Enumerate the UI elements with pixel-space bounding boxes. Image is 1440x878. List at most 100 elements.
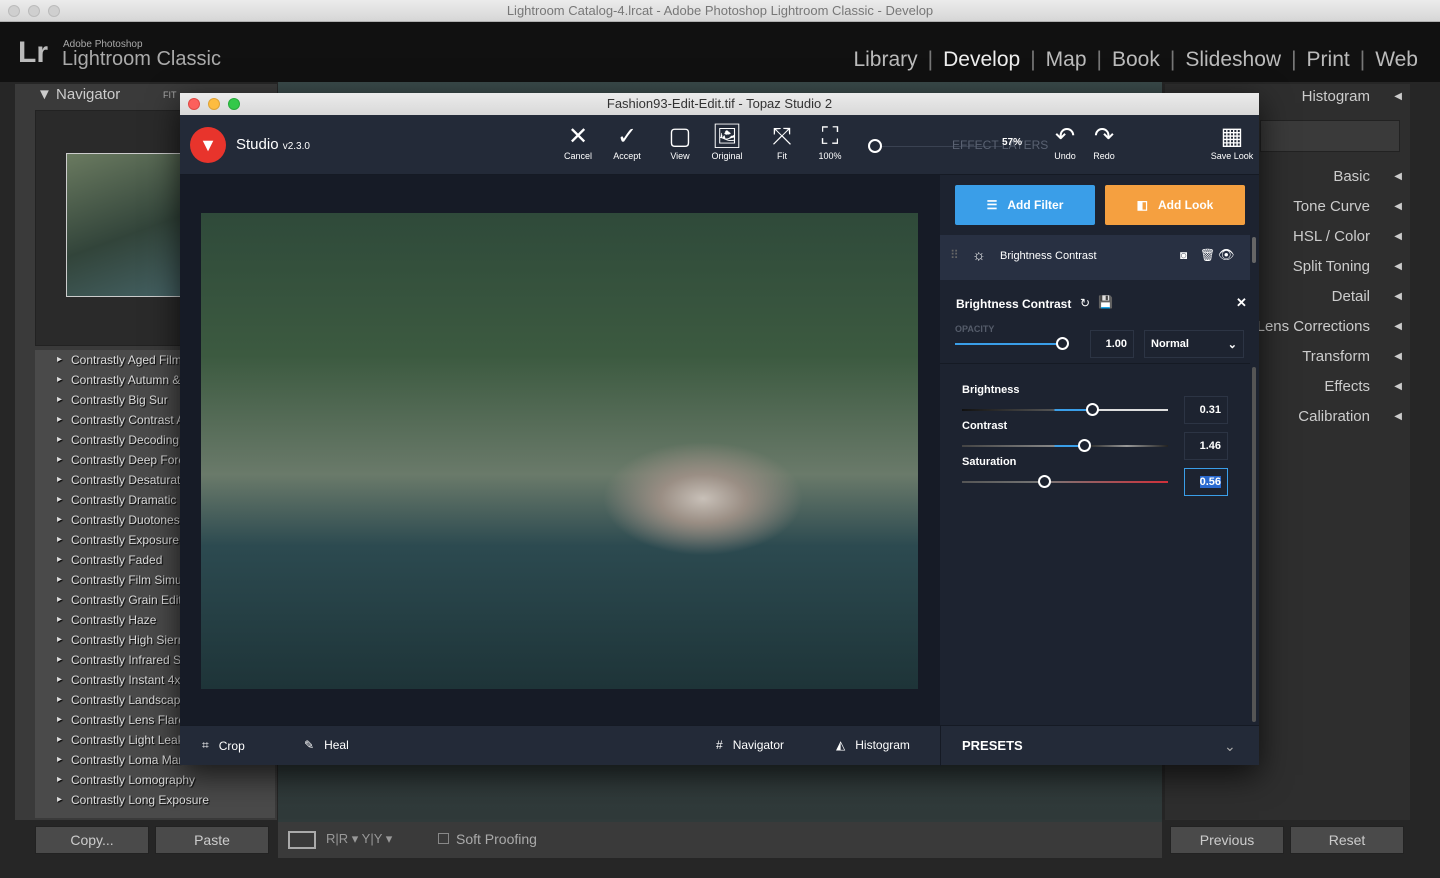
panel-header-lens-corrections[interactable]: Lens Corrections: [1257, 318, 1370, 335]
module-print[interactable]: Print: [1297, 48, 1360, 72]
save-look-button[interactable]: ▦ Save Look: [1210, 123, 1254, 161]
lightroom-toolbar: R|R ▾ Y|Y ▾ Soft Proofing: [278, 822, 1162, 858]
accept-button[interactable]: ✓ Accept: [605, 123, 649, 161]
params-scrollbar[interactable]: [1252, 367, 1256, 722]
zoom-window-button[interactable]: [228, 98, 240, 110]
reset-icon[interactable]: ↻: [1080, 296, 1090, 310]
original-button[interactable]: 🖼 Original: [705, 123, 749, 161]
preset-folder[interactable]: Contrastly Lomography: [35, 770, 275, 790]
collapse-arrow-icon[interactable]: ◀: [1394, 171, 1402, 182]
paste-button[interactable]: Paste: [155, 826, 269, 854]
module-book[interactable]: Book: [1102, 48, 1170, 72]
blend-mode-select[interactable]: Normal ⌄: [1144, 330, 1244, 358]
collapse-arrow-icon[interactable]: ◀: [1394, 321, 1402, 332]
opacity-label: OPACITY: [955, 324, 995, 334]
collapse-arrow-icon[interactable]: ◀: [1394, 91, 1402, 102]
trash-icon[interactable]: 🗑: [1200, 248, 1215, 262]
view-button[interactable]: ▢ View: [658, 123, 702, 161]
collapse-arrow-icon[interactable]: ◀: [1394, 351, 1402, 362]
saturation-value[interactable]: 0.56: [1184, 468, 1228, 496]
fit-icon: ⤧: [772, 123, 792, 150]
opacity-value[interactable]: 1.00: [1090, 330, 1134, 358]
module-web[interactable]: Web: [1365, 48, 1428, 72]
view-icon: ▢: [668, 123, 692, 150]
opacity-slider-knob[interactable]: [1056, 337, 1069, 350]
close-window-button[interactable]: [188, 98, 200, 110]
close-window-button[interactable]: [8, 5, 20, 17]
panel-header-calibration[interactable]: Calibration: [1298, 408, 1370, 425]
contrast-slider-knob[interactable]: [1078, 439, 1091, 452]
zoom-slider-knob[interactable]: [868, 139, 882, 153]
reset-button[interactable]: Reset: [1290, 826, 1404, 854]
navigator-icon: #: [716, 738, 723, 752]
collapse-arrow-icon[interactable]: ◀: [1394, 201, 1402, 212]
photo-preview[interactable]: [201, 213, 918, 689]
crop-icon: ⌗: [202, 738, 209, 752]
add-filter-button[interactable]: ☰ Add Filter: [955, 185, 1095, 225]
undo-button[interactable]: ↶ Undo: [1043, 123, 1087, 161]
module-map[interactable]: Map: [1036, 48, 1097, 72]
mask-icon[interactable]: ◙: [1180, 248, 1187, 262]
contrast-slider[interactable]: [962, 445, 1168, 447]
module-slideshow[interactable]: Slideshow: [1175, 48, 1291, 72]
add-look-button[interactable]: ◧ Add Look: [1105, 185, 1245, 225]
panel-header-histogram[interactable]: Histogram: [1302, 88, 1370, 105]
save-icon[interactable]: 💾: [1098, 295, 1113, 309]
collapse-arrow-icon[interactable]: ◀: [1394, 411, 1402, 422]
module-library[interactable]: Library: [843, 48, 927, 72]
panel-header-basic[interactable]: Basic: [1333, 168, 1370, 185]
histogram-tools[interactable]: [1260, 120, 1400, 152]
minimize-window-button[interactable]: [208, 98, 220, 110]
histogram-button[interactable]: ◭ Histogram: [836, 738, 910, 752]
collapse-arrow-icon[interactable]: ◀: [1394, 261, 1402, 272]
panel-header-transform[interactable]: Transform: [1302, 348, 1370, 365]
minimize-window-button[interactable]: [28, 5, 40, 17]
previous-button[interactable]: Previous: [1170, 826, 1284, 854]
contrast-value[interactable]: 1.46: [1184, 432, 1228, 460]
brightness-slider-knob[interactable]: [1086, 403, 1099, 416]
panel-header-tone-curve[interactable]: Tone Curve: [1293, 198, 1370, 215]
loupe-view-icon[interactable]: [288, 831, 316, 849]
layer-item[interactable]: ⠿ ☼ Brightness Contrast ◙ 🗑 👁: [940, 235, 1250, 280]
sun-icon: ☼: [972, 247, 986, 264]
preset-folder[interactable]: Contrastly Long Exposure: [35, 790, 275, 810]
panel-header-split-toning[interactable]: Split Toning: [1293, 258, 1370, 275]
saturation-slider-knob[interactable]: [1038, 475, 1051, 488]
layer-name: Brightness Contrast: [1000, 250, 1097, 262]
brightness-slider[interactable]: [962, 409, 1168, 411]
histogram-icon: ◭: [836, 738, 846, 752]
check-icon: ✓: [616, 123, 638, 150]
topaz-window-title: Fashion93-Edit-Edit.tif - Topaz Studio 2: [606, 96, 833, 111]
panel-header-effects[interactable]: Effects: [1324, 378, 1370, 395]
layers-scrollbar[interactable]: [1252, 237, 1256, 263]
lightroom-logo: Lr: [18, 36, 48, 69]
heal-button[interactable]: ✎ Heal: [304, 738, 349, 752]
eye-icon[interactable]: 👁: [1218, 247, 1235, 263]
fullsize-button[interactable]: ⛶ 100%: [808, 123, 852, 161]
saturation-label: Saturation: [962, 456, 1017, 468]
presets-header[interactable]: PRESETS: [962, 738, 1023, 753]
close-filter-icon[interactable]: ✕: [1236, 295, 1247, 311]
panel-header-hsl-color[interactable]: HSL / Color: [1293, 228, 1370, 245]
panel-header-detail[interactable]: Detail: [1332, 288, 1370, 305]
collapse-arrow-icon[interactable]: ◀: [1394, 291, 1402, 302]
copy-button[interactable]: Copy...: [35, 826, 149, 854]
before-after-icon[interactable]: R|R ▾ Y|Y ▾: [326, 831, 392, 847]
brightness-value[interactable]: 0.31: [1184, 396, 1228, 424]
topaz-studio-window: Fashion93-Edit-Edit.tif - Topaz Studio 2…: [180, 93, 1259, 766]
cancel-button[interactable]: ✕ Cancel: [556, 123, 600, 161]
module-develop[interactable]: Develop: [933, 48, 1030, 72]
zoom-window-button[interactable]: [48, 5, 60, 17]
collapse-arrow-icon[interactable]: ◀: [1394, 381, 1402, 392]
navigator-button[interactable]: # Navigator: [716, 738, 784, 752]
saturation-slider[interactable]: [962, 481, 1168, 483]
navigator-fit-option[interactable]: FIT: [163, 84, 177, 106]
fit-button[interactable]: ⤧ Fit: [760, 123, 804, 161]
soft-proofing-checkbox[interactable]: [438, 833, 449, 844]
opacity-slider[interactable]: [955, 343, 1063, 345]
chevron-down-icon[interactable]: ⌄: [1224, 738, 1236, 755]
app-name: Studio v2.3.0: [236, 136, 310, 153]
redo-button[interactable]: ↷ Redo: [1082, 123, 1126, 161]
collapse-arrow-icon[interactable]: ◀: [1394, 231, 1402, 242]
crop-button[interactable]: ⌗ Crop: [202, 738, 245, 753]
